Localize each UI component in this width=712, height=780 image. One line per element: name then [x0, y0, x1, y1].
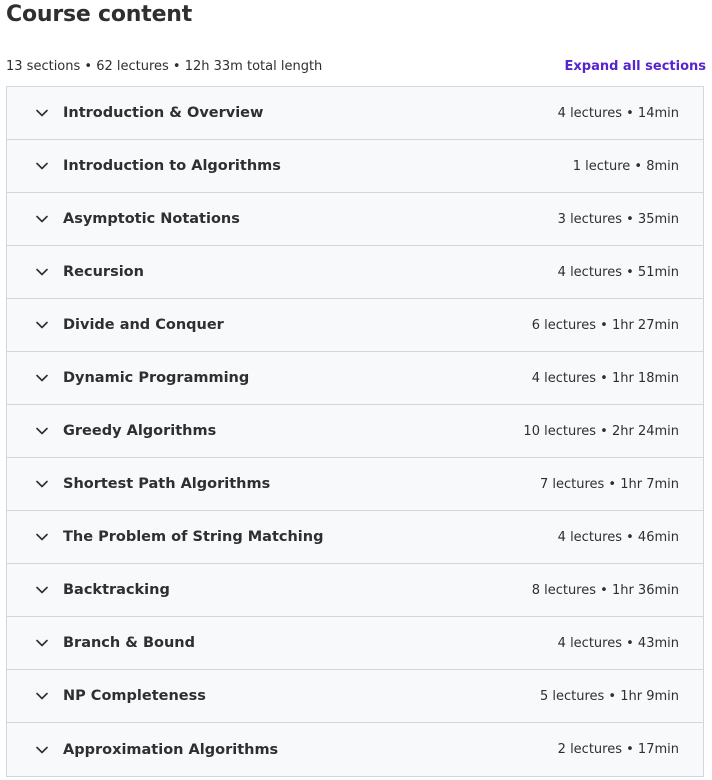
section-meta: 10 lectures • 2hr 24min: [523, 423, 679, 439]
section-title: Asymptotic Notations: [63, 211, 240, 227]
chevron-down-icon[interactable]: [35, 530, 49, 544]
chevron-down-icon[interactable]: [35, 212, 49, 226]
section-title: Shortest Path Algorithms: [63, 476, 271, 492]
section-row[interactable]: Greedy Algorithms 10 lectures • 2hr 24mi…: [7, 405, 703, 458]
section-meta: 8 lectures • 1hr 36min: [531, 582, 679, 598]
section-row[interactable]: Shortest Path Algorithms 7 lectures • 1h…: [7, 458, 703, 511]
expand-all-sections-button[interactable]: Expand all sections: [565, 59, 707, 74]
section-meta: 5 lectures • 1hr 9min: [539, 688, 679, 704]
section-row[interactable]: The Problem of String Matching 4 lecture…: [7, 511, 703, 564]
chevron-down-icon[interactable]: [35, 159, 49, 173]
section-list: Introduction & Overview 4 lectures • 14m…: [6, 86, 704, 777]
section-meta: 2 lectures • 17min: [557, 742, 679, 757]
section-row[interactable]: Asymptotic Notations 3 lectures • 35min: [7, 193, 703, 246]
section-title: Branch & Bound: [63, 635, 196, 651]
chevron-down-icon[interactable]: [35, 106, 49, 120]
section-meta: 4 lectures • 46min: [557, 529, 679, 545]
section-row[interactable]: Introduction to Algorithms 1 lecture • 8…: [7, 140, 703, 193]
section-title: Dynamic Programming: [63, 370, 250, 386]
chevron-down-icon[interactable]: [35, 636, 49, 650]
section-meta: 4 lectures • 14min: [557, 105, 679, 121]
section-title: Divide and Conquer: [63, 317, 224, 333]
section-title: Greedy Algorithms: [63, 423, 217, 439]
section-row[interactable]: Introduction & Overview 4 lectures • 14m…: [7, 87, 703, 140]
section-row[interactable]: Dynamic Programming 4 lectures • 1hr 18m…: [7, 352, 703, 405]
section-meta: 1 lecture • 8min: [572, 158, 679, 174]
section-meta: 4 lectures • 51min: [557, 264, 679, 280]
chevron-down-icon[interactable]: [35, 477, 49, 491]
section-row[interactable]: Backtracking 8 lectures • 1hr 36min: [7, 564, 703, 617]
chevron-down-icon[interactable]: [35, 583, 49, 597]
section-row[interactable]: Branch & Bound 4 lectures • 43min: [7, 617, 703, 670]
chevron-down-icon[interactable]: [35, 318, 49, 332]
section-title: Introduction & Overview: [63, 105, 264, 121]
section-title: Approximation Algorithms: [63, 741, 279, 758]
section-title: Introduction to Algorithms: [63, 158, 281, 174]
chevron-down-icon[interactable]: [35, 424, 49, 438]
section-row[interactable]: Recursion 4 lectures • 51min: [7, 246, 703, 299]
chevron-down-icon[interactable]: [35, 371, 49, 385]
chevron-down-icon[interactable]: [35, 689, 49, 703]
section-row[interactable]: Divide and Conquer 6 lectures • 1hr 27mi…: [7, 299, 703, 352]
course-summary: 13 sections • 62 lectures • 12h 33m tota…: [6, 58, 323, 74]
chevron-down-icon[interactable]: [35, 743, 49, 757]
section-meta: 4 lectures • 43min: [557, 635, 679, 651]
section-row[interactable]: Approximation Algorithms 2 lectures • 17…: [7, 723, 703, 776]
section-title: Recursion: [63, 264, 144, 280]
section-meta: 4 lectures • 1hr 18min: [531, 370, 679, 386]
course-summary-row: 13 sections • 62 lectures • 12h 33m tota…: [6, 56, 706, 76]
section-meta: 3 lectures • 35min: [557, 211, 679, 227]
section-title: The Problem of String Matching: [63, 529, 324, 545]
section-title: NP Completeness: [63, 688, 206, 704]
page-title: Course content: [6, 2, 193, 27]
chevron-down-icon[interactable]: [35, 265, 49, 279]
section-title: Backtracking: [63, 582, 170, 598]
section-meta: 7 lectures • 1hr 7min: [539, 476, 679, 492]
section-meta: 6 lectures • 1hr 27min: [531, 317, 679, 333]
section-row[interactable]: NP Completeness 5 lectures • 1hr 9min: [7, 670, 703, 723]
